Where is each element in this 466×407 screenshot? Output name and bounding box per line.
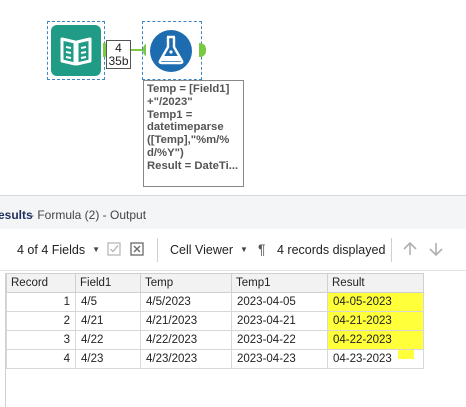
record-size: 35b: [108, 54, 129, 68]
record-cell[interactable]: 4: [6, 349, 76, 369]
temp1-cell[interactable]: 2023-04-21: [231, 311, 328, 331]
input-tool[interactable]: [47, 21, 105, 80]
column-header-result[interactable]: Result: [327, 273, 424, 293]
temp-cell[interactable]: 4/22/2023: [140, 330, 232, 350]
pilcrow-icon[interactable]: ¶: [258, 241, 266, 257]
temp1-cell[interactable]: 2023-04-05: [231, 292, 328, 312]
table-header-row: Record Field1 Temp Temp1 Result: [6, 273, 424, 293]
arrow-up-icon[interactable]: [402, 241, 418, 257]
record-cell[interactable]: 3: [6, 330, 76, 350]
formula-tool[interactable]: [142, 21, 202, 80]
temp-cell[interactable]: 4/5/2023: [140, 292, 232, 312]
checkbox-icon[interactable]: [107, 242, 121, 256]
toolbar-divider: [391, 238, 392, 262]
results-table: Record Field1 Temp Temp1 Result 1 4/5 4/…: [6, 273, 424, 369]
book-icon: [51, 25, 101, 76]
clear-icon[interactable]: [130, 242, 144, 256]
column-header-record[interactable]: Record: [6, 273, 76, 293]
records-displayed-label: 4 records displayed: [277, 243, 386, 257]
column-header-temp[interactable]: Temp: [140, 273, 232, 293]
table-row[interactable]: 2 4/21 4/21/2023 2023-04-21 04-21-2023: [6, 311, 424, 331]
chevron-down-icon: ▼: [92, 245, 101, 254]
formula-output-anchor[interactable]: [199, 43, 206, 57]
cell-viewer-dropdown[interactable]: Cell Viewer ▼: [170, 243, 248, 257]
formula-annotation: Temp = [Field1] +"/2023" Temp1 = datetim…: [143, 80, 244, 187]
cell-viewer-label: Cell Viewer: [170, 243, 233, 257]
results-title: esults: [0, 208, 33, 222]
fields-dropdown-label: 4 of 4 Fields: [17, 243, 86, 257]
table-row[interactable]: 3 4/22 4/22/2023 2023-04-22 04-22-2023: [6, 330, 424, 350]
field1-cell[interactable]: 4/21: [75, 311, 141, 331]
result-cell[interactable]: 04-05-2023: [327, 292, 424, 312]
toolbar-divider: [157, 238, 158, 262]
results-subtitle: - Formula (2) - Output: [30, 208, 147, 222]
results-window-header: esults - Formula (2) - Output: [0, 195, 466, 229]
result-cell[interactable]: 04-21-2023: [327, 311, 424, 331]
formula-flask-icon: [146, 25, 196, 76]
fields-dropdown[interactable]: 4 of 4 Fields ▼: [17, 243, 100, 257]
results-toolbar: 4 of 4 Fields ▼ Cell Viewer ▼ ¶ 4 records …: [0, 229, 466, 271]
temp1-cell[interactable]: 2023-04-23: [231, 349, 328, 369]
record-cell[interactable]: 1: [6, 292, 76, 312]
chevron-down-icon: ▼: [240, 245, 248, 254]
connection-count-label: 4 35b: [106, 40, 131, 69]
result-cell[interactable]: 04-23-2023: [327, 349, 424, 369]
result-cell[interactable]: 04-22-2023: [327, 330, 424, 350]
arrow-down-icon[interactable]: [428, 241, 444, 257]
temp-cell[interactable]: 4/23/2023: [140, 349, 232, 369]
results-grid[interactable]: Record Field1 Temp Temp1 Result 1 4/5 4/…: [5, 273, 466, 407]
column-header-temp1[interactable]: Temp1: [231, 273, 328, 293]
field1-cell[interactable]: 4/22: [75, 330, 141, 350]
table-row[interactable]: 4 4/23 4/23/2023 2023-04-23 04-23-2023: [6, 349, 424, 369]
workflow-canvas[interactable]: 4 35b Temp = [Field1] +"/2023" Temp1 = d…: [0, 0, 466, 192]
field1-cell[interactable]: 4/5: [75, 292, 141, 312]
table-row[interactable]: 1 4/5 4/5/2023 2023-04-05 04-05-2023: [6, 292, 424, 312]
temp1-cell[interactable]: 2023-04-22: [231, 330, 328, 350]
temp-cell[interactable]: 4/21/2023: [140, 311, 232, 331]
record-cell[interactable]: 2: [6, 311, 76, 331]
field1-cell[interactable]: 4/23: [75, 349, 141, 369]
column-header-field1[interactable]: Field1: [75, 273, 141, 293]
